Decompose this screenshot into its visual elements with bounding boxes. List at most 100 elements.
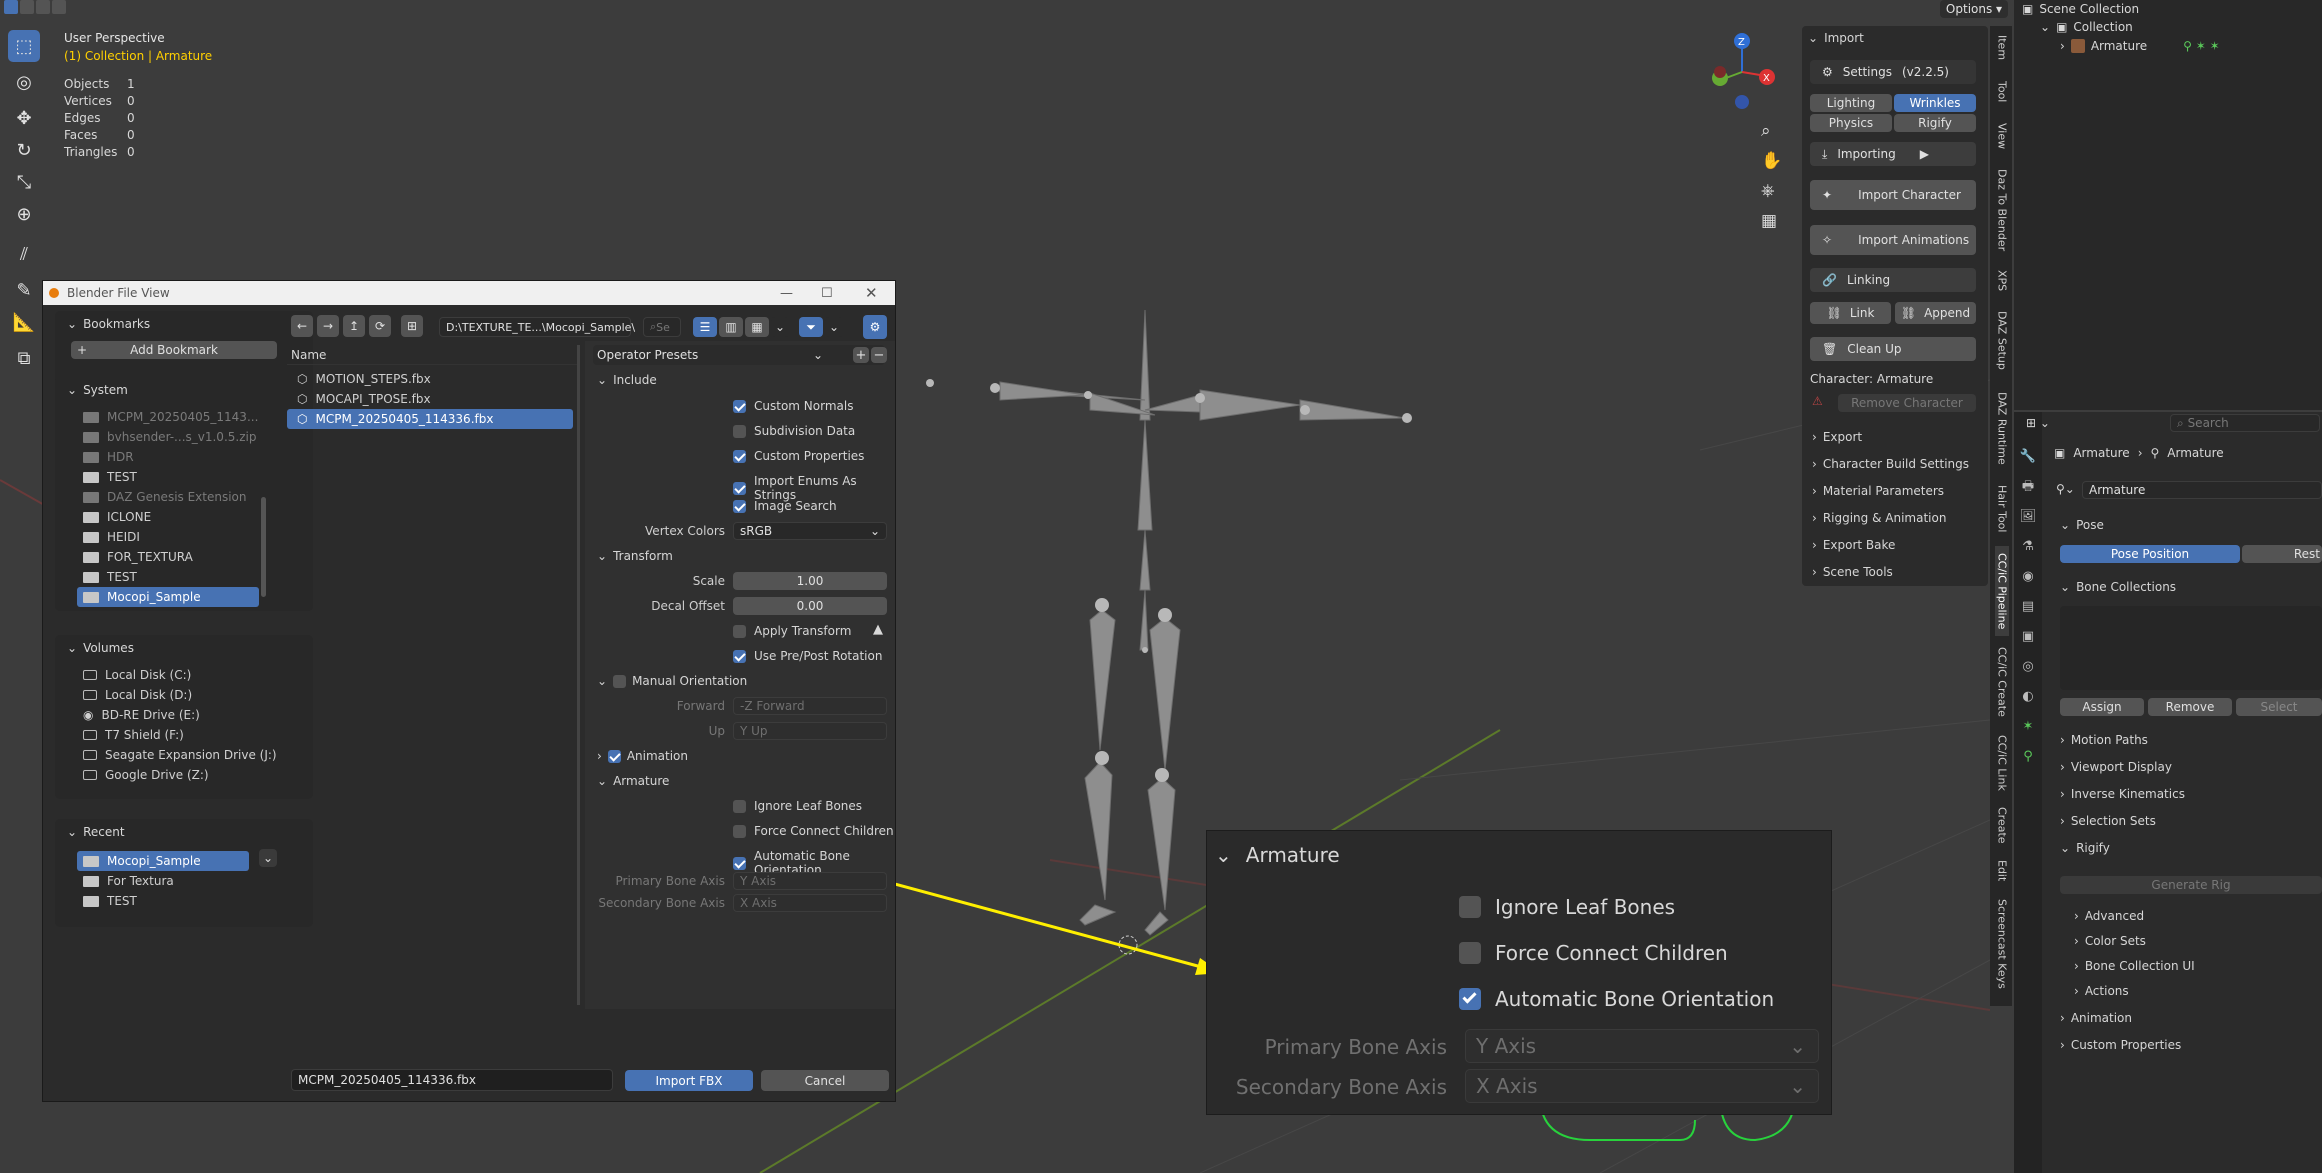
tab-daz-setup[interactable]: DAZ Setup xyxy=(1995,304,2009,376)
character-build-settings-section[interactable]: › Character Build Settings xyxy=(1812,457,1969,471)
inverse-kinematics-section[interactable]: › Inverse Kinematics xyxy=(2060,787,2185,801)
tab-create[interactable]: Create xyxy=(1995,804,2009,846)
armature-header[interactable]: ⌄ Armature xyxy=(597,774,669,788)
list-item[interactable]: TEST xyxy=(59,891,249,911)
animation-header[interactable]: › Animation xyxy=(597,749,688,763)
tab-hair-tool[interactable]: Hair Tool xyxy=(1995,478,2009,540)
tab-cc-ic-pipeline[interactable]: CC/iC Pipeline xyxy=(1995,546,2009,636)
import-fbx-button[interactable]: Import FBX xyxy=(625,1070,753,1091)
rigify-advanced[interactable]: › Advanced xyxy=(2074,909,2144,923)
rigify-section[interactable]: ⌄ Rigify xyxy=(2060,841,2110,855)
list-item[interactable]: TEST xyxy=(59,567,259,587)
options-dropdown[interactable]: Options ▾ xyxy=(1940,0,2008,18)
custom-properties-section[interactable]: › Custom Properties xyxy=(2060,1038,2181,1052)
list-item-selected[interactable]: Mocopi_Sample xyxy=(77,851,249,871)
measure-icon[interactable]: 📐 xyxy=(8,306,40,338)
list-item[interactable]: bvhsender-...s_v1.0.5.zip xyxy=(59,427,259,447)
forward-icon[interactable]: → xyxy=(317,315,339,337)
linking-toggle[interactable]: 🔗 Linking xyxy=(1810,268,1976,292)
filter-icon[interactable]: ⏷ xyxy=(799,317,823,337)
select-subtract-icon[interactable] xyxy=(36,0,50,14)
list-item[interactable]: Local Disk (D:) xyxy=(59,685,279,705)
thumbnails-icon[interactable]: ▦ xyxy=(745,317,769,337)
importing-toggle[interactable]: ⤓ Importing ▶ xyxy=(1810,142,1976,166)
list-item-selected[interactable]: Mocopi_Sample xyxy=(77,587,259,607)
tab-view[interactable]: View xyxy=(1995,118,2009,154)
path-field[interactable]: D:\TEXTURE_TE...\Mocopi_Sample\ xyxy=(439,317,635,337)
tab-daz-to-blender[interactable]: Daz To Blender xyxy=(1995,162,2009,258)
select-new-icon[interactable] xyxy=(4,0,18,14)
remove-character-button[interactable]: Remove Character xyxy=(1838,394,1976,412)
tab-cc-ic-link[interactable]: CC/iC Link xyxy=(1995,730,2009,796)
tab-screencast-keys[interactable]: Screencast Keys xyxy=(1995,896,2009,992)
link-button[interactable]: ⛓ Link xyxy=(1810,302,1891,324)
pan-hand-icon[interactable]: ✋ xyxy=(1761,146,1782,176)
armature-data-name[interactable]: Armature xyxy=(2082,481,2322,499)
horizontal-list-icon[interactable]: ▥ xyxy=(719,317,743,337)
file-row[interactable]: ⬡ MOTION_STEPS.fbx xyxy=(287,369,573,389)
list-item[interactable]: HEIDI xyxy=(59,527,259,547)
display-dropdown-icon[interactable]: ⌄ xyxy=(771,317,789,337)
close-icon[interactable]: ✕ xyxy=(865,284,878,302)
list-item[interactable]: HDR xyxy=(59,447,259,467)
properties-search[interactable]: ⌕ Search xyxy=(2170,414,2320,432)
scale-field[interactable]: 1.00 xyxy=(733,572,887,590)
tab-edit[interactable]: Edit xyxy=(1995,856,2009,886)
add-bookmark-button[interactable]: + Add Bookmark xyxy=(71,341,277,359)
tab-physics[interactable]: Physics xyxy=(1810,114,1892,132)
scene-tools-section[interactable]: › Scene Tools xyxy=(1812,565,1893,579)
file-list-divider[interactable] xyxy=(577,345,580,1005)
manual-orientation-header[interactable]: ⌄ Manual Orientation xyxy=(597,674,747,688)
bone-collections-section[interactable]: ⌄ Bone Collections xyxy=(2060,580,2176,594)
system-scrollbar[interactable] xyxy=(261,497,266,597)
up-dropdown[interactable]: Y Up xyxy=(733,722,887,740)
filter-dropdown-icon[interactable]: ⌄ xyxy=(825,317,843,337)
minimize-icon[interactable]: — xyxy=(780,286,793,301)
import-enums-checkbox[interactable]: Import Enums As Strings xyxy=(733,474,895,502)
annotate-icon[interactable]: ⫽ xyxy=(8,238,40,270)
new-folder-icon[interactable]: ⊞ xyxy=(401,315,423,337)
assign-button[interactable]: Assign xyxy=(2060,698,2144,716)
tab-tool[interactable]: Tool xyxy=(1995,74,2009,110)
select-mode-buttons[interactable] xyxy=(4,0,74,16)
settings-gear-icon[interactable]: ⚙ xyxy=(863,315,887,339)
recent-header[interactable]: ⌄ Recent xyxy=(55,819,313,845)
tab-wrinkles[interactable]: Wrinkles xyxy=(1894,94,1976,112)
back-icon[interactable]: ← xyxy=(291,315,313,337)
select-extend-icon[interactable] xyxy=(20,0,34,14)
primary-bone-axis-dropdown[interactable]: Y Axis xyxy=(733,872,887,890)
remove-preset-button[interactable]: − xyxy=(871,347,887,363)
decal-offset-field[interactable]: 0.00 xyxy=(733,597,887,615)
export-bake-section[interactable]: › Export Bake xyxy=(1812,538,1895,552)
generate-rig-button[interactable]: Generate Rig xyxy=(2060,876,2322,894)
zoom-icon[interactable]: ⌕ xyxy=(1761,116,1782,146)
bone-collections-list[interactable] xyxy=(2060,606,2322,690)
tab-item[interactable]: Item xyxy=(1995,30,2009,66)
list-item[interactable]: Seagate Expansion Drive (J:) xyxy=(59,745,279,765)
add-preset-button[interactable]: + xyxy=(853,347,869,363)
properties-tab-icons[interactable]: 🔧 🖶 🖼 ⚗ ◉ ▤ ▣ ◎ ◐ ✶ ⚲ xyxy=(2014,412,2042,772)
rigging-animation-section[interactable]: › Rigging & Animation xyxy=(1812,511,1946,525)
import-character-button[interactable]: ✦ Import Character xyxy=(1810,180,1976,210)
pose-section[interactable]: ⌄ Pose xyxy=(2060,518,2104,532)
rigify-actions[interactable]: › Actions xyxy=(2074,984,2129,998)
list-item[interactable]: Google Drive (Z:) xyxy=(59,765,279,785)
recent-dropdown-icon[interactable]: ⌄ xyxy=(259,849,277,867)
vertex-colors-dropdown[interactable]: sRGB ⌄ xyxy=(733,522,887,540)
outliner-armature[interactable]: › Armature ⚲ ✶ ✶ xyxy=(2060,39,2220,53)
remove-button[interactable]: Remove xyxy=(2148,698,2232,716)
properties-editor-type-icon[interactable]: ⊞ ⌄ xyxy=(2026,416,2050,430)
list-view-icon[interactable]: ☰ xyxy=(693,317,717,337)
refresh-icon[interactable]: ⟳ xyxy=(369,315,391,337)
animation-section[interactable]: › Animation xyxy=(2060,1011,2132,1025)
transform-icon[interactable]: ⊕ xyxy=(8,198,40,230)
tab-daz-runtime[interactable]: DAZ Runtime xyxy=(1995,384,2009,472)
viewport-display-section[interactable]: › Viewport Display xyxy=(2060,760,2172,774)
secondary-bone-axis-dropdown[interactable]: X Axis xyxy=(733,894,887,912)
import-header[interactable]: ⌄ Import xyxy=(1808,31,1864,45)
use-pre-post-rotation-checkbox[interactable]: Use Pre/Post Rotation xyxy=(733,649,882,663)
parent-dir-icon[interactable]: ↥ xyxy=(343,315,365,337)
select-invert-icon[interactable] xyxy=(52,0,66,14)
list-item[interactable]: T7 Shield (F:) xyxy=(59,725,279,745)
append-button[interactable]: ⛓ Append xyxy=(1895,302,1976,324)
